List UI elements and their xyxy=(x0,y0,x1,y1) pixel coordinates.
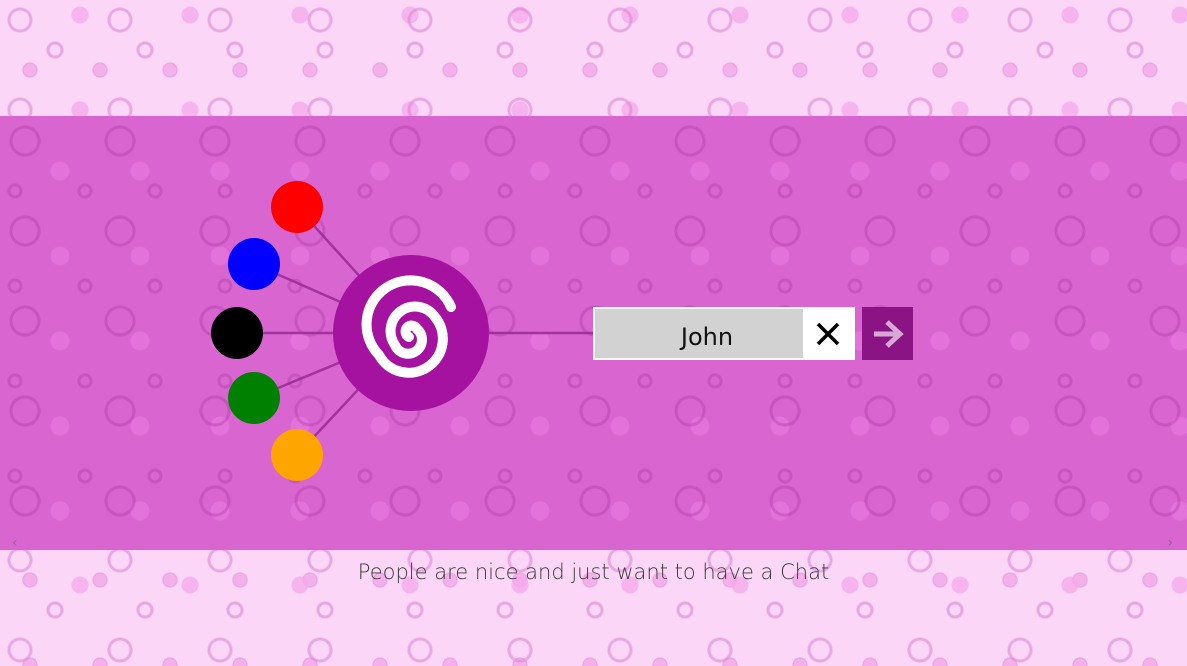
name-entry xyxy=(593,307,855,360)
name-input[interactable] xyxy=(595,309,801,358)
arrow-right-icon xyxy=(873,319,904,348)
green-node-icon xyxy=(228,372,280,424)
spiral-icon xyxy=(333,255,489,411)
black-node-icon xyxy=(211,307,263,359)
submit-button[interactable] xyxy=(862,307,913,360)
close-icon xyxy=(816,322,840,345)
tagline-text: People are nice and just want to have a … xyxy=(357,560,830,584)
orange-node-icon xyxy=(271,429,323,481)
blue-node-icon xyxy=(228,238,280,290)
clear-button[interactable] xyxy=(803,309,853,358)
red-node-icon xyxy=(271,181,323,233)
